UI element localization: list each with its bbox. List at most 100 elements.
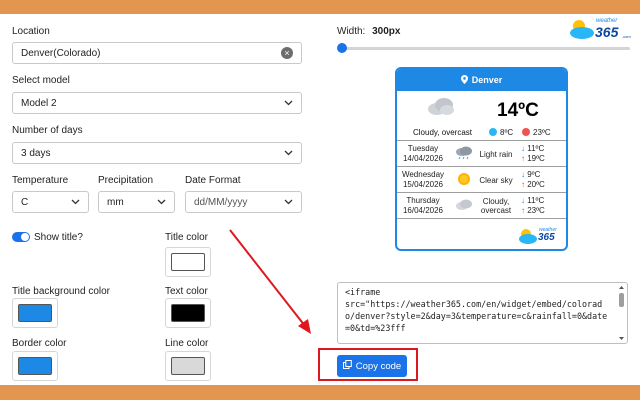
forecast-day: Thursday	[406, 196, 440, 205]
location-field[interactable]: Denver(Colorado) ×	[12, 42, 302, 64]
width-label-text: Width:	[337, 26, 366, 37]
forecast-low: 9ºC	[527, 170, 541, 179]
current-high: 23ºC	[533, 128, 551, 137]
embed-code-scrollbar[interactable]	[616, 283, 627, 343]
forecast-date: 14/04/2026	[402, 154, 444, 163]
forecast-high: 20ºC	[527, 180, 545, 189]
line-color-picker[interactable]	[165, 351, 211, 381]
footer-logo-main: 365	[538, 232, 555, 243]
temperature-value: C	[21, 196, 29, 208]
model-select[interactable]: Model 2	[12, 92, 302, 114]
chevron-down-icon	[283, 148, 293, 158]
show-title-toggle[interactable]	[12, 232, 30, 242]
current-low: 8ºC	[500, 128, 514, 137]
arrow-down-icon: ↓	[521, 170, 525, 179]
arrow-up-icon: ↑	[521, 180, 525, 189]
forecast-condition: Light rain	[479, 149, 513, 159]
border-color-swatch	[18, 357, 52, 375]
forecast-row: Tuesday 14/04/2026 Light rain ↓ 11ºC ↑ 1…	[397, 141, 566, 167]
current-condition: Cloudy, overcast	[413, 128, 472, 137]
widget-preview: Denver 14ºC Cloudy, overcast 8ºC 23ºC Tu…	[395, 67, 568, 251]
forecast-day-cell: Tuesday 14/04/2026	[397, 144, 449, 164]
copy-code-button[interactable]: Copy code	[337, 355, 407, 377]
cloud-icon	[455, 198, 473, 212]
forecast-day-cell: Thursday 16/04/2026	[397, 196, 449, 216]
title-color-swatch	[171, 253, 205, 271]
rain-cloud-icon	[455, 146, 473, 160]
arrow-up-icon: ↑	[521, 154, 525, 163]
low-temp-icon	[489, 128, 497, 136]
weather365-logo: weather 365 .com	[568, 18, 632, 40]
forecast-date: 15/04/2026	[402, 180, 444, 189]
widget-title-bar: Denver	[397, 69, 566, 91]
date-format-select[interactable]: dd/MM/yyyy	[185, 191, 302, 213]
precipitation-label: Precipitation	[98, 175, 154, 186]
days-label: Number of days	[12, 125, 83, 136]
precipitation-select[interactable]: mm	[98, 191, 175, 213]
forecast-day: Wednesday	[401, 170, 445, 179]
location-pin-icon	[460, 74, 468, 86]
location-label: Location	[12, 26, 50, 37]
width-slider-track[interactable]	[340, 47, 630, 50]
temperature-label: Temperature	[12, 175, 69, 186]
copy-icon	[342, 360, 352, 372]
chevron-down-icon	[283, 197, 293, 207]
model-value: Model 2	[21, 97, 57, 109]
forecast-temps: ↓ 11ºC ↑ 19ºC	[521, 144, 545, 164]
title-color-picker[interactable]	[165, 247, 211, 277]
widget-footer-logo: weather 365	[518, 227, 562, 245]
logo-main-text: 365	[595, 24, 619, 40]
cloud-icon	[427, 97, 455, 120]
days-value: 3 days	[21, 147, 51, 159]
title-bg-color-label: Title background color	[12, 286, 111, 297]
forecast-high: 19ºC	[527, 154, 545, 163]
width-value: 300px	[372, 26, 401, 37]
forecast-date: 16/04/2026	[402, 206, 444, 215]
chevron-down-icon	[70, 197, 80, 207]
current-temperature: 14ºC	[497, 100, 539, 121]
embed-code-textarea[interactable]: <iframe src="https://weather365.com/en/w…	[337, 282, 628, 344]
forecast-row: Wednesday 15/04/2026 Clear sky ↓ 9ºC ↑ 2…	[397, 167, 566, 193]
model-label: Select model	[12, 75, 70, 86]
forecast-temps: ↓ 11ºC ↑ 23ºC	[521, 196, 545, 216]
line-color-label: Line color	[165, 338, 209, 349]
copy-code-label: Copy code	[355, 360, 402, 372]
days-select[interactable]: 3 days	[12, 142, 302, 164]
logo-suffix-text: .com	[622, 34, 631, 39]
title-color-label: Title color	[165, 232, 208, 243]
show-title-label: Show title?	[34, 232, 83, 243]
precipitation-value: mm	[107, 196, 124, 208]
text-color-label: Text color	[165, 286, 208, 297]
text-color-picker[interactable]	[165, 298, 211, 328]
width-slider-thumb[interactable]	[337, 43, 347, 53]
forecast-condition: Clear sky	[479, 175, 513, 185]
forecast-day-cell: Wednesday 15/04/2026	[397, 170, 449, 190]
widget-current: 14ºC Cloudy, overcast 8ºC 23ºC	[397, 91, 566, 141]
forecast-row: Thursday 16/04/2026 Cloudy, overcast ↓ 1…	[397, 193, 566, 219]
forecast-day: Tuesday	[407, 144, 439, 153]
forecast-high: 23ºC	[527, 206, 545, 215]
clear-icon[interactable]: ×	[281, 47, 293, 59]
width-label: Width: 300px	[337, 26, 400, 37]
arrow-up-icon: ↑	[521, 206, 525, 215]
title-bg-color-picker[interactable]	[12, 298, 58, 328]
date-format-label: Date Format	[185, 175, 241, 186]
location-value: Denver(Colorado)	[21, 47, 101, 59]
forecast-temps: ↓ 9ºC ↑ 20ºC	[521, 170, 545, 190]
forecast-low: 11ºC	[527, 196, 545, 205]
arrow-down-icon: ↓	[521, 144, 525, 153]
widget-city: Denver	[471, 75, 503, 85]
title-bg-color-swatch	[18, 304, 52, 322]
forecast-low: 11ºC	[527, 144, 545, 153]
border-color-picker[interactable]	[12, 351, 58, 381]
chevron-down-icon	[283, 98, 293, 108]
border-color-label: Border color	[12, 338, 67, 349]
temperature-select[interactable]: C	[12, 191, 89, 213]
high-temp-icon	[522, 128, 530, 136]
line-color-swatch	[171, 357, 205, 375]
date-format-value: dd/MM/yyyy	[194, 196, 248, 208]
sun-icon	[455, 172, 473, 186]
arrow-down-icon: ↓	[521, 196, 525, 205]
text-color-swatch	[171, 304, 205, 322]
forecast-condition: Cloudy, overcast	[480, 197, 512, 215]
